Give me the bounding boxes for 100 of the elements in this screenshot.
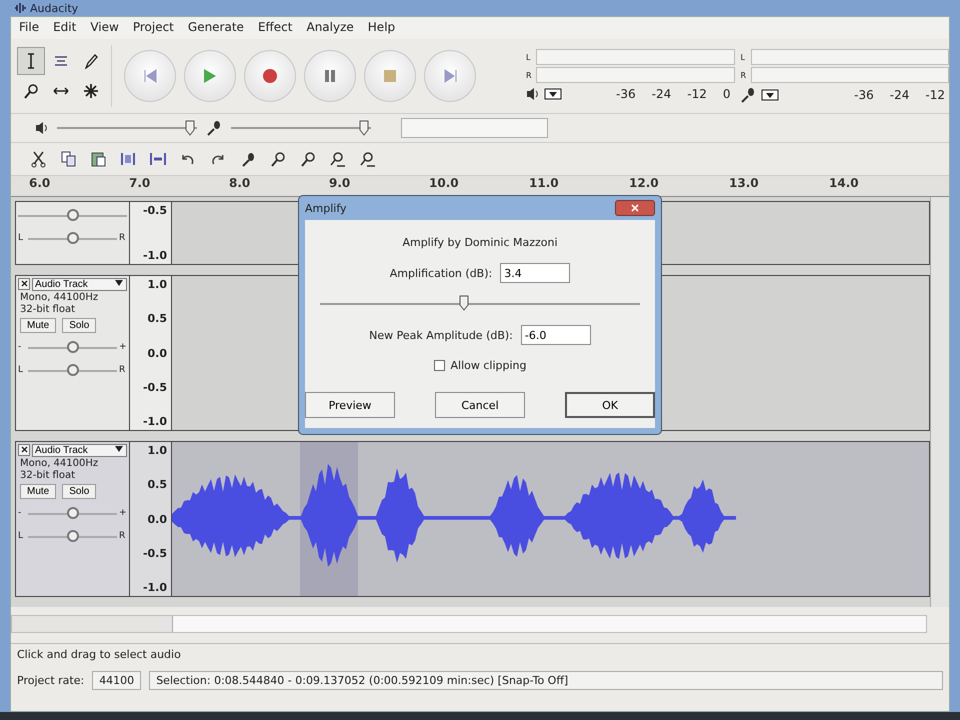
selection-info: Selection: 0:08.544840 - 0:09.137052 (0:00.592109 min:sec) [Snap-To Off] <box>149 671 943 690</box>
speaker-icon <box>35 121 48 135</box>
tool-button[interactable] <box>17 47 45 75</box>
close-track-button[interactable] <box>18 444 30 456</box>
slider-label: R <box>119 531 126 541</box>
playback-volume-slider[interactable] <box>57 122 198 134</box>
track-info: 32-bit float <box>19 304 76 315</box>
gain-slider[interactable] <box>28 507 117 519</box>
pause-icon <box>324 69 336 83</box>
amplitude-label: 1.0 <box>148 444 167 457</box>
mute-button[interactable]: Mute <box>20 484 56 499</box>
audio-track[interactable]: Audio Track Mono, 44100Hz 32-bit float Mute Solo - + L R 1.0 0.5 0.0 -0.5 -1.0 <box>15 441 930 597</box>
slider-knob[interactable] <box>66 530 78 542</box>
dialog-heading: Amplify by Dominic Mazzoni <box>402 236 558 249</box>
peak-amplitude-label: New Peak Amplitude (dB): <box>369 328 513 342</box>
trim-icon <box>121 152 135 166</box>
dialog-title: Amplify <box>305 202 347 214</box>
close-button[interactable] <box>615 200 655 216</box>
amplitude-label: -0.5 <box>142 546 167 560</box>
slider-knob[interactable] <box>66 209 78 221</box>
microphone-icon <box>740 87 754 103</box>
menu-item[interactable]: Generate <box>188 20 244 36</box>
track-name-menu[interactable]: Audio Track <box>32 444 127 457</box>
slider-thumb[interactable] <box>359 120 370 136</box>
menu-item[interactable]: Help <box>368 20 396 36</box>
silence-icon <box>150 152 166 166</box>
menu-item[interactable]: Effect <box>258 20 292 36</box>
dialog-button[interactable]: OK <box>565 392 655 418</box>
vertical-scrollbar[interactable] <box>930 197 949 607</box>
pan-slider[interactable] <box>28 232 117 244</box>
play-icon <box>203 68 217 84</box>
menu-item[interactable]: View <box>90 20 119 36</box>
meter-tick: -24 <box>890 88 910 102</box>
slider-thumb[interactable] <box>459 295 469 311</box>
skip-start-button[interactable] <box>124 50 176 102</box>
skip-start-icon <box>144 69 156 83</box>
paste-icon <box>90 152 106 166</box>
dialog-button[interactable]: Preview <box>305 392 395 418</box>
amplitude-label: -0.5 <box>142 204 167 217</box>
amplitude-label: 0.0 <box>148 512 167 526</box>
menu-item[interactable]: Project <box>132 20 174 36</box>
slider-label: - <box>18 508 22 518</box>
skip-end-button[interactable] <box>424 50 476 102</box>
project-rate-field[interactable]: 44100 <box>92 671 142 690</box>
slider-knob[interactable] <box>66 364 78 376</box>
amplitude-label: 0.5 <box>148 478 167 492</box>
gain-slider[interactable] <box>28 341 117 353</box>
pan-slider[interactable] <box>28 364 117 376</box>
amplification-slider[interactable] <box>320 297 640 311</box>
redo-icon <box>212 154 224 164</box>
record-button[interactable] <box>244 50 296 102</box>
slider-thumb[interactable] <box>185 120 196 136</box>
slider-label: L <box>18 365 24 375</box>
slider-label: R <box>119 365 126 375</box>
pause-button[interactable] <box>304 50 356 102</box>
menu-item[interactable]: Analyze <box>306 20 354 36</box>
skip-end-icon <box>444 69 456 83</box>
solo-button[interactable]: Solo <box>62 318 96 333</box>
ruler-label: 10.0 <box>428 176 460 192</box>
mute-button[interactable]: Mute <box>20 318 56 333</box>
amplitude-label: -1.0 <box>142 415 167 428</box>
slider-knob[interactable] <box>66 232 78 244</box>
dropdown-icon <box>760 89 778 101</box>
dialog-button[interactable]: Cancel <box>435 392 525 418</box>
meter-tick: -24 <box>652 87 672 101</box>
ruler-label: 8.0 <box>228 176 252 192</box>
amplitude-label: -0.5 <box>142 380 167 394</box>
horizontal-scrollbar[interactable] <box>11 615 927 633</box>
zoom-in-icon <box>271 152 285 166</box>
ruler-label: 9.0 <box>328 176 352 192</box>
dropdown-arrow-icon <box>114 279 124 287</box>
input-source-dropdown[interactable] <box>401 118 548 138</box>
menu-item[interactable]: File <box>19 20 40 36</box>
record-volume-slider[interactable] <box>231 122 372 134</box>
amplitude-label: -1.0 <box>142 249 167 262</box>
play-button[interactable] <box>184 50 236 102</box>
scrollbar-thumb[interactable] <box>172 616 926 632</box>
peak-amplitude-field[interactable]: -6.0 <box>520 325 591 345</box>
track-name-menu[interactable]: Audio Track <box>32 278 127 291</box>
amplification-field[interactable]: 3.4 <box>500 263 570 283</box>
slider-label: - <box>18 342 22 352</box>
gain-slider[interactable] <box>18 209 127 221</box>
slider-knob[interactable] <box>66 507 78 519</box>
channel-label: L <box>740 52 746 62</box>
magnifier-icon <box>24 84 38 98</box>
microphone-icon <box>207 120 222 136</box>
ibeam-icon <box>27 53 35 69</box>
project-rate-label: Project rate: <box>17 674 84 687</box>
meter-tick: -36 <box>854 88 874 102</box>
scissors-icon <box>30 150 46 168</box>
close-track-button[interactable] <box>18 278 30 290</box>
ruler-label: 14.0 <box>828 176 860 192</box>
solo-button[interactable]: Solo <box>62 484 96 499</box>
channel-label: L <box>526 52 532 62</box>
menu-item[interactable]: Edit <box>53 20 76 36</box>
allow-clipping-checkbox[interactable] <box>434 360 444 371</box>
close-icon <box>20 446 28 453</box>
slider-knob[interactable] <box>66 341 78 353</box>
dropdown-arrow-icon <box>114 445 124 453</box>
pan-slider[interactable] <box>28 530 117 542</box>
